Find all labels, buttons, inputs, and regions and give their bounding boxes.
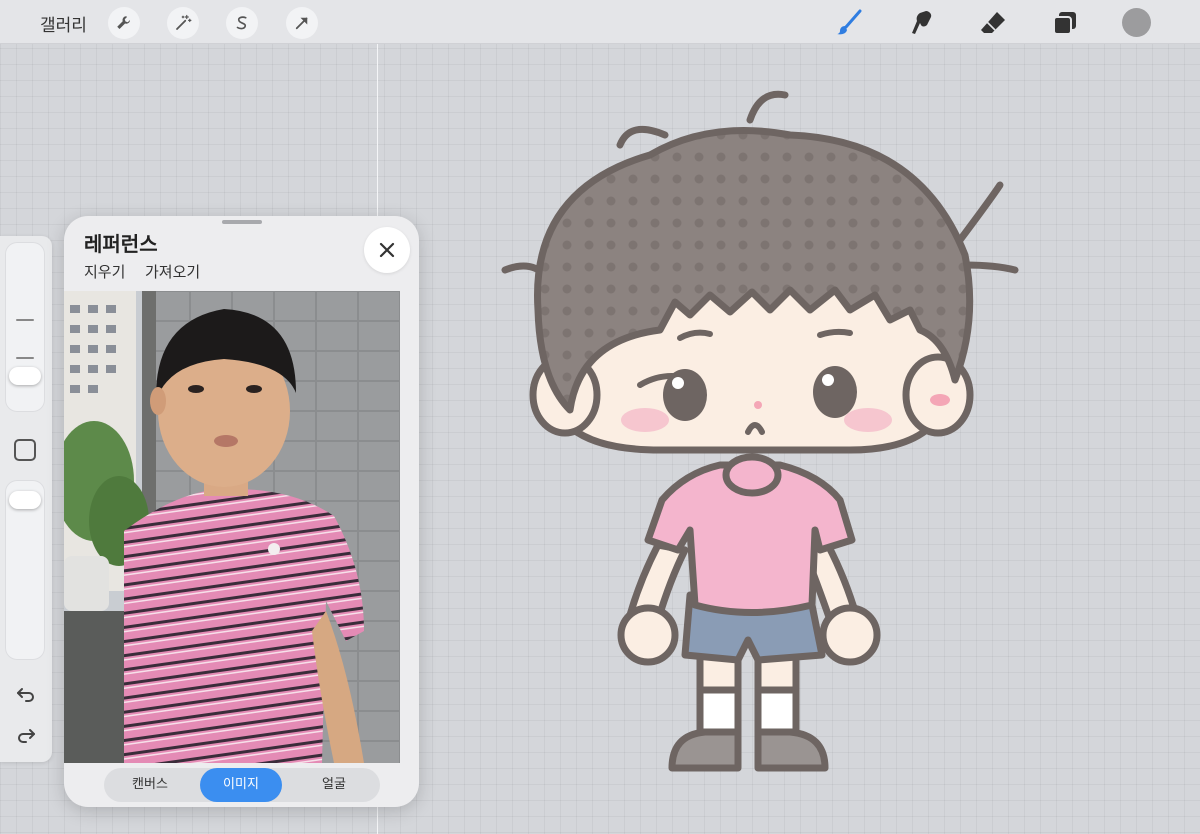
reference-photo[interactable] [64,291,400,763]
magic-wand-icon[interactable] [167,7,199,39]
undo-icon[interactable] [14,683,38,707]
square-modify-icon[interactable] [14,439,36,461]
selection-icon[interactable] [226,7,258,39]
color-picker-button[interactable] [1122,8,1151,37]
reference-panel[interactable]: 레퍼런스 지우기 가져오기 캔버스 이미지 얼굴 [64,216,419,807]
left-sidebar [0,236,52,762]
panel-grabber[interactable] [222,220,262,224]
panel-title: 레퍼런스 [84,232,158,256]
slider-tick [16,319,34,321]
wrench-icon[interactable] [108,7,140,39]
close-icon [379,242,395,258]
opacity-handle[interactable] [9,491,41,509]
brush-size-handle[interactable] [9,367,41,385]
eraser-icon[interactable] [978,8,1008,38]
brush-icon[interactable] [834,8,864,38]
brush-size-slider[interactable] [5,242,45,412]
top-toolbar: 갤러리 [0,0,1200,44]
reference-mode-segmented-control: 캔버스 이미지 얼굴 [104,768,380,802]
import-button[interactable]: 가져오기 [145,261,200,282]
redo-icon[interactable] [14,724,38,748]
character-illustration [490,80,1030,780]
layers-icon[interactable] [1050,8,1080,38]
segment-image[interactable]: 이미지 [200,768,282,802]
close-button[interactable] [364,227,410,273]
slider-tick [16,357,34,359]
segment-face[interactable]: 얼굴 [288,768,380,802]
clear-button[interactable]: 지우기 [84,261,125,282]
smudge-icon[interactable] [908,8,938,38]
gallery-button[interactable]: 갤러리 [40,11,87,36]
segment-canvas[interactable]: 캔버스 [104,768,196,802]
transform-arrow-icon[interactable] [286,7,318,39]
